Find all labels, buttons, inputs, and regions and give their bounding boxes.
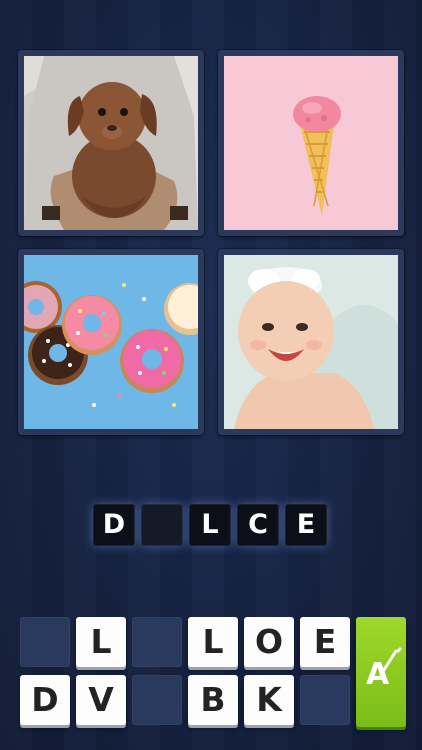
hint-button[interactable]: A [356,617,406,727]
answer-slot-3[interactable]: L [189,504,231,546]
dog-puppy-photo-icon [24,56,198,230]
letter-key-r2-6 [300,675,350,725]
letter-key-r1-4[interactable]: L [188,617,238,667]
letter-key-r1-2[interactable]: L [76,617,126,667]
letter-key-r2-4[interactable]: B [188,675,238,725]
letter-key-r2-3 [132,675,182,725]
answer-slot-2[interactable] [141,504,183,546]
picture-tile-ice-cream[interactable] [218,50,404,236]
answer-slot-1[interactable]: D [93,504,135,546]
letter-keyboard: L L O E D V B K [20,617,350,725]
donuts-photo-icon [24,255,198,429]
letter-key-r1-1 [20,617,70,667]
picture-tile-baby[interactable] [218,249,404,435]
picture-tile-dog[interactable] [18,50,204,236]
baby-photo-icon [224,255,398,429]
letter-key-r2-1[interactable]: D [20,675,70,725]
answer-slots: D L C E [93,504,327,546]
letter-key-r1-5[interactable]: O [244,617,294,667]
picture-tile-donuts[interactable] [18,249,204,435]
ice-cream-cone-photo-icon [224,56,398,230]
magic-brush-icon [379,647,402,676]
answer-slot-4[interactable]: C [237,504,279,546]
letter-key-r2-2[interactable]: V [76,675,126,725]
letter-key-r2-5[interactable]: K [244,675,294,725]
answer-slot-5[interactable]: E [285,504,327,546]
letter-key-r1-3 [132,617,182,667]
letter-key-r1-6[interactable]: E [300,617,350,667]
